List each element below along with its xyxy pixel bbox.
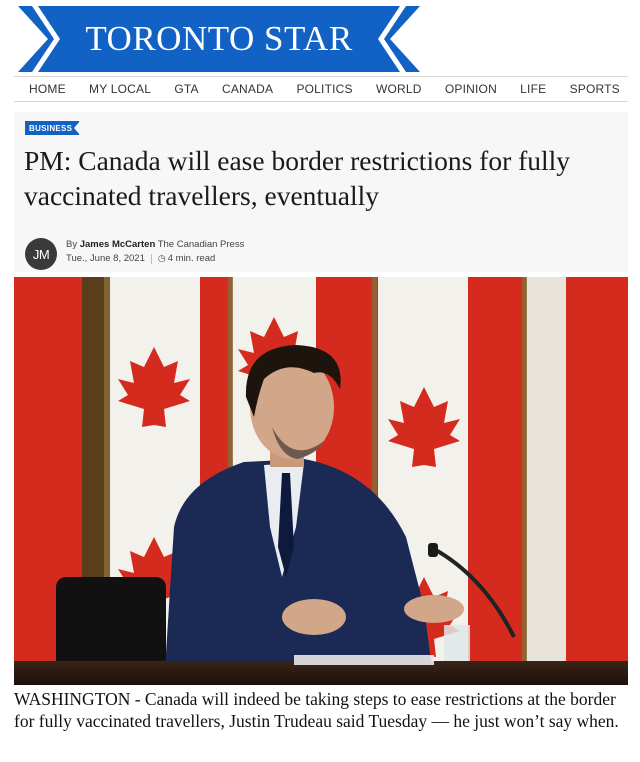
masthead-logo[interactable]: TORONTO STAR bbox=[18, 6, 420, 72]
article-lede: WASHINGTON - Canada will indeed be takin… bbox=[14, 689, 619, 731]
photo-illustration bbox=[14, 277, 628, 685]
article-photo[interactable] bbox=[14, 277, 628, 685]
article-headline: PM: Canada will ease border restrictions… bbox=[24, 145, 571, 211]
nav-item-politics[interactable]: POLITICS bbox=[296, 82, 352, 96]
masthead-title: TORONTO STAR bbox=[85, 19, 353, 58]
section-tag[interactable]: BUSINESS bbox=[25, 121, 80, 135]
clock-icon: ◷ bbox=[157, 253, 166, 263]
nav-item-sports[interactable]: SPORTS bbox=[570, 82, 620, 96]
article-meta: Tue., June 8, 2021 ◷ 4 min. read bbox=[66, 253, 215, 264]
nav-item-canada[interactable]: CANADA bbox=[222, 82, 273, 96]
read-time: 4 min. read bbox=[167, 253, 216, 264]
publish-date: Tue., June 8, 2021 bbox=[66, 253, 145, 264]
meta-divider bbox=[150, 253, 152, 264]
byline-prefix: By bbox=[66, 239, 78, 250]
main-nav: HOME MY LOCAL GTA CANADA POLITICS WORLD … bbox=[14, 76, 628, 102]
nav-item-world[interactable]: WORLD bbox=[376, 82, 422, 96]
byline: By James McCarten The Canadian Press bbox=[66, 239, 244, 250]
nav-item-opinion[interactable]: OPINION bbox=[445, 82, 497, 96]
author-name[interactable]: James McCarten bbox=[80, 239, 156, 250]
author-avatar[interactable]: JM bbox=[25, 238, 57, 270]
nav-item-home[interactable]: HOME bbox=[29, 82, 66, 96]
byline-outlet: The Canadian Press bbox=[157, 239, 245, 250]
nav-item-life[interactable]: LIFE bbox=[520, 82, 546, 96]
nav-item-gta[interactable]: GTA bbox=[174, 82, 198, 96]
nav-item-my-local[interactable]: MY LOCAL bbox=[89, 82, 151, 96]
